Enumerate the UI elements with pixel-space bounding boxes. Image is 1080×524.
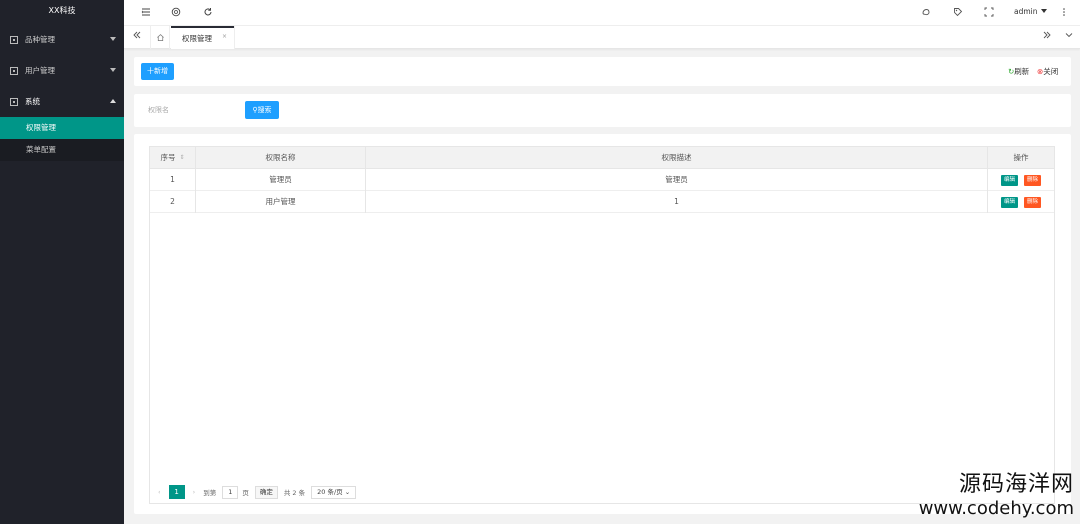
sidebar: XX科技 品种管理 用户管理 系统 权限管理 菜单配置 (0, 0, 124, 524)
submenu-system: 权限管理 菜单配置 (0, 117, 124, 161)
cell-name: 用户管理 (196, 191, 366, 213)
globe-icon[interactable] (170, 7, 182, 19)
sort-icon[interactable]: ⇕ (179, 147, 184, 169)
cell-desc: 管理员 (366, 169, 988, 191)
next-page-icon[interactable]: › (193, 488, 196, 496)
menu-icon (10, 97, 18, 106)
table-card: 序号 ⇕ 权限名称 权限描述 操作 1 管理员 管理员 编辑 删除 2 用户管理 1… (134, 134, 1071, 514)
sidebar-item-label: 系统 (25, 97, 40, 106)
cell-index: 1 (150, 169, 196, 191)
tab-scroll-right-icon[interactable] (1036, 26, 1058, 49)
prev-page-icon[interactable]: ‹ (158, 488, 161, 496)
tab-menu-chevron-down-icon[interactable] (1058, 26, 1080, 49)
logo: XX科技 (48, 6, 76, 15)
edit-button[interactable]: 编辑 (1000, 196, 1018, 208)
chevron-down-icon (110, 37, 116, 41)
tab-indicator (171, 26, 234, 28)
close-icon[interactable]: × (222, 33, 227, 40)
username: admin (1014, 7, 1038, 16)
tab-bar: 权限管理 × (124, 26, 1080, 49)
cell-actions: 编辑 删除 (988, 169, 1054, 191)
tab-scroll-left-icon[interactable] (126, 26, 148, 49)
menu-fold-icon[interactable] (140, 7, 152, 19)
home-icon[interactable] (150, 26, 170, 49)
menu-icon (10, 35, 18, 44)
delete-button[interactable]: 删除 (1024, 196, 1042, 208)
watermark-line2: www.codehy.com (918, 498, 1074, 519)
more-icon[interactable] (1058, 7, 1070, 19)
user-menu[interactable]: admin (1014, 7, 1047, 16)
edit-button[interactable]: 编辑 (1000, 174, 1018, 186)
watermark: 源码海洋网 www.codehy.com (919, 466, 1074, 519)
watermark-line1: 源码海洋网 (958, 472, 1074, 497)
sidebar-item-menu-config[interactable]: 菜单配置 (0, 139, 124, 161)
cell-desc: 1 (366, 191, 988, 213)
goto-page-input[interactable]: 1 (222, 485, 239, 499)
cell-index: 2 (150, 191, 196, 213)
confirm-button[interactable]: 确定 (254, 485, 278, 499)
fullscreen-icon[interactable] (983, 7, 995, 19)
caret-down-icon (1040, 9, 1047, 13)
pagination: ‹ 1 › 到第 1 页 确定 共 2 条 20 条/页 ⌄ (158, 484, 360, 500)
chevron-up-icon (110, 99, 116, 103)
top-header: admin (124, 0, 1080, 26)
add-button[interactable]: 十新增 (141, 63, 174, 80)
tab-permissions[interactable]: 权限管理 × (171, 26, 235, 49)
goto-label: 到第 (203, 489, 217, 497)
search-button[interactable]: ⚲搜索 (245, 101, 279, 119)
sidebar-item-label: 品种管理 (25, 35, 55, 44)
refresh-link[interactable]: ↻刷新 (1008, 66, 1029, 77)
total-count: 共 2 条 (283, 489, 306, 497)
chevron-down-icon: ⌄ (344, 487, 351, 496)
delete-button[interactable]: 删除 (1024, 174, 1042, 186)
tag-icon[interactable] (952, 7, 964, 19)
table-header: 序号 ⇕ 权限名称 权限描述 操作 (150, 147, 1054, 169)
sidebar-item-system[interactable]: 系统 (0, 86, 124, 117)
header-desc: 权限描述 (366, 147, 988, 169)
permissions-table: 序号 ⇕ 权限名称 权限描述 操作 1 管理员 管理员 编辑 删除 2 用户管理 1… (149, 146, 1055, 504)
refresh-icon[interactable] (202, 7, 214, 19)
page-current[interactable]: 1 (168, 485, 185, 499)
search-card: 权限名 ⚲搜索 (134, 94, 1071, 127)
header-index[interactable]: 序号 ⇕ (150, 147, 196, 169)
menu-icon (10, 66, 18, 75)
toolbar-card: 十新增 ↻刷新 ⊗关闭 (134, 57, 1071, 86)
header-name: 权限名称 (196, 147, 366, 169)
header-actions: 操作 (1013, 153, 1029, 162)
page-size-select[interactable]: 20 条/页 ⌄ (311, 485, 357, 499)
theme-icon[interactable] (920, 7, 932, 19)
tab-label: 权限管理 (182, 34, 212, 43)
close-link[interactable]: ⊗关闭 (1037, 66, 1058, 77)
table-row: 2 用户管理 1 编辑 删除 (150, 191, 1054, 213)
table-row: 1 管理员 管理员 编辑 删除 (150, 169, 1054, 191)
chevron-down-icon (110, 68, 116, 72)
sidebar-item-permissions[interactable]: 权限管理 (0, 117, 124, 139)
cell-actions: 编辑 删除 (988, 191, 1054, 213)
sidebar-item-varieties[interactable]: 品种管理 (0, 24, 124, 55)
page-unit: 页 (242, 489, 249, 497)
sidebar-item-users[interactable]: 用户管理 (0, 55, 124, 86)
sidebar-item-label: 用户管理 (25, 66, 55, 75)
cell-name: 管理员 (196, 169, 366, 191)
permission-name-input[interactable]: 权限名 (142, 100, 232, 120)
